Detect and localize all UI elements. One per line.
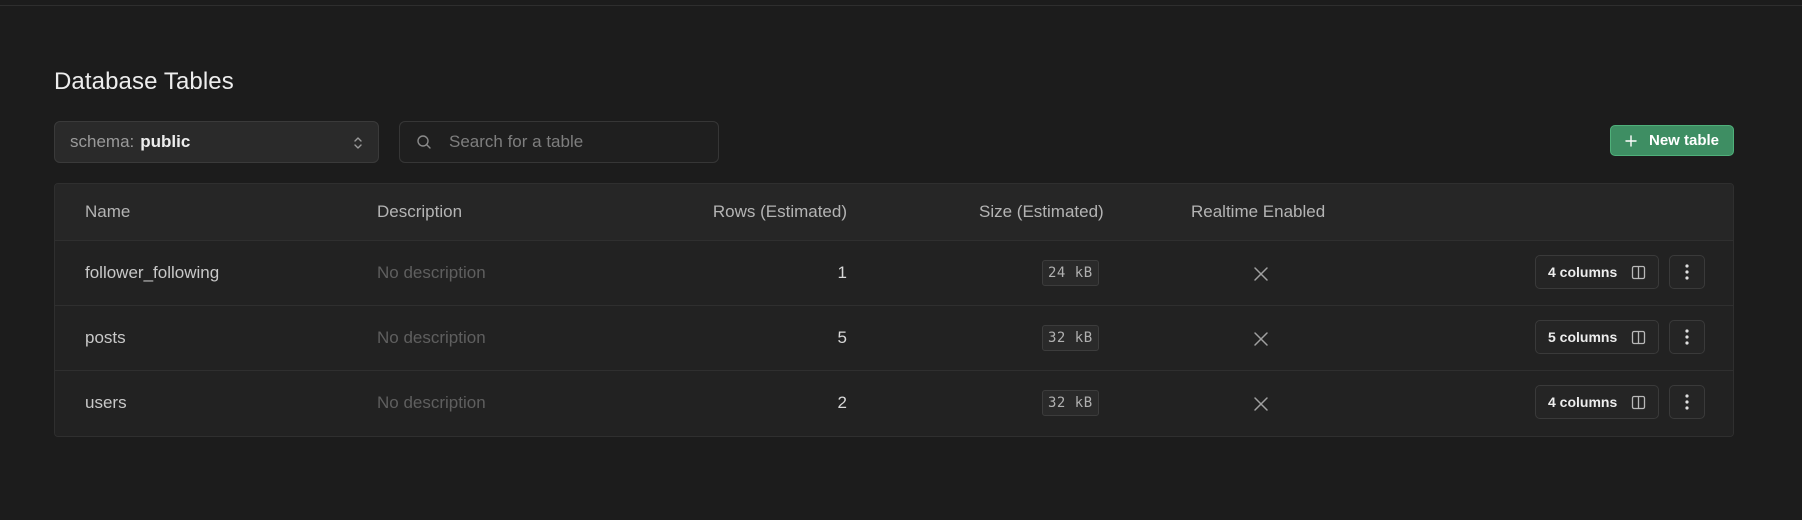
plus-icon [1625,134,1637,147]
view-columns-button[interactable]: 4 columns [1535,255,1659,289]
search-box [399,121,719,163]
table-row[interactable]: posts No description 5 32 kB 5 columns [55,306,1733,371]
table-description: No description [377,393,486,412]
page-title: Database Tables [54,68,234,95]
columns-icon [1631,395,1646,410]
schema-select-value: public [140,132,191,151]
columns-count: 4 columns [1548,394,1618,410]
table-row-count: 2 [837,393,847,412]
header-rows: Rows (Estimated) [712,202,847,221]
search-input[interactable] [449,132,709,152]
close-icon [1254,397,1268,411]
close-icon [1254,267,1268,281]
table-description: No description [377,328,486,347]
toolbar: schema: public New table [54,121,1734,163]
more-options-button[interactable] [1669,255,1705,289]
table-header: Name Description Rows (Estimated) Size (… [55,184,1733,241]
header-description: Description [377,202,463,221]
more-vertical-icon [1685,394,1689,410]
table-size-badge: 32 kB [1042,390,1099,416]
table-row[interactable]: users No description 2 32 kB 4 columns [55,371,1733,436]
table-description: No description [377,263,486,282]
more-options-button[interactable] [1669,385,1705,419]
schema-select-prefix: schema: [70,132,135,151]
more-vertical-icon [1685,329,1689,345]
table-name: users [85,393,127,412]
table-name: posts [85,328,126,347]
more-vertical-icon [1685,264,1689,280]
chevron-up-down-icon [354,137,362,149]
schema-select[interactable]: schema: public [54,121,379,163]
header-name: Name [85,202,131,221]
table-size-badge: 24 kB [1042,260,1099,286]
table-size-badge: 32 kB [1042,325,1099,351]
view-columns-button[interactable]: 5 columns [1535,320,1659,354]
header-size: Size (Estimated) [979,202,1104,221]
table-row[interactable]: follower_following No description 1 24 k… [55,241,1733,306]
more-options-button[interactable] [1669,320,1705,354]
columns-icon [1631,330,1646,345]
columns-count: 4 columns [1548,264,1618,280]
columns-count: 5 columns [1548,329,1618,345]
table-name: follower_following [85,263,220,282]
view-columns-button[interactable]: 4 columns [1535,385,1659,419]
tables-table: Name Description Rows (Estimated) Size (… [54,183,1734,437]
new-table-button[interactable]: New table [1610,125,1734,156]
top-divider [0,0,1802,6]
table-row-count: 1 [837,263,847,282]
close-icon [1254,332,1268,346]
new-table-button-label: New table [1648,132,1720,149]
search-icon [417,135,431,149]
table-row-count: 5 [837,328,847,347]
columns-icon [1631,265,1646,280]
header-realtime: Realtime Enabled [1191,202,1326,221]
